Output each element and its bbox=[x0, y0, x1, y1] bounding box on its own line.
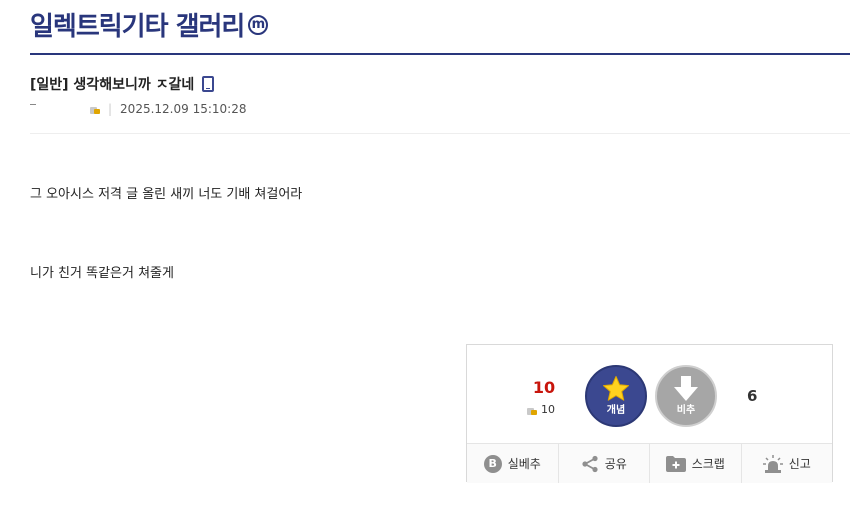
best-recommend-label: 실베추 bbox=[507, 457, 541, 471]
share-label: 공유 bbox=[604, 457, 627, 471]
upvote-label: 개념 bbox=[606, 405, 626, 416]
scrap-label: 스크랩 bbox=[691, 457, 725, 471]
best-recommend-button[interactable]: B 실베추 bbox=[467, 444, 559, 483]
fixed-user-icon bbox=[90, 104, 100, 114]
fixed-up-count: 10 bbox=[527, 403, 555, 416]
siren-icon bbox=[762, 454, 783, 473]
b-circle-icon: B bbox=[483, 454, 502, 473]
upvote-button[interactable]: 개념 bbox=[585, 365, 647, 427]
post-body-line: 그 오아시스 저격 글 올린 새끼 너도 기배 쳐걸어라 bbox=[30, 187, 303, 202]
folder-plus-icon bbox=[665, 455, 686, 472]
post-meta: | 2025.12.09 15:10:28 bbox=[30, 102, 246, 116]
gallery-title-text[interactable]: 일렉트릭기타 갤러리 bbox=[30, 6, 245, 43]
fixed-user-icon bbox=[527, 405, 537, 415]
post-action-bar: B 실베추 공유 스크랩 신고 bbox=[467, 443, 832, 483]
meta-divider bbox=[30, 133, 850, 134]
star-icon bbox=[603, 376, 629, 401]
mobile-icon bbox=[202, 76, 215, 92]
recommend-box: 10 10 개념 비추 6 B 실베추 공유 스크랩 신고 bbox=[466, 344, 833, 483]
post-body-line: 니가 친거 똑같은거 쳐줄게 bbox=[30, 266, 174, 281]
gallery-title[interactable]: 일렉트릭기타 갤러리 m bbox=[30, 6, 269, 43]
up-count: 10 bbox=[532, 378, 556, 397]
report-label: 신고 bbox=[788, 457, 811, 471]
share-button[interactable]: 공유 bbox=[559, 444, 650, 483]
post-title-text: [일반] 생각해보니까 ㅈ갈네 bbox=[30, 77, 195, 93]
post-title: [일반] 생각해보니까 ㅈ갈네 bbox=[30, 74, 215, 94]
down-count: 6 bbox=[747, 387, 758, 405]
writer-nickname[interactable] bbox=[30, 102, 86, 116]
arrow-down-icon bbox=[674, 376, 698, 401]
header-divider bbox=[30, 53, 850, 55]
downvote-button[interactable]: 비추 bbox=[655, 365, 717, 427]
fixed-up-count-value: 10 bbox=[541, 403, 555, 416]
report-button[interactable]: 신고 bbox=[742, 444, 833, 483]
minor-gallery-icon: m bbox=[248, 14, 269, 35]
scrap-button[interactable]: 스크랩 bbox=[650, 444, 742, 483]
meta-separator: | bbox=[108, 102, 113, 116]
post-date: 2025.12.09 15:10:28 bbox=[120, 102, 247, 116]
downvote-label: 비추 bbox=[676, 405, 696, 416]
share-icon bbox=[581, 455, 599, 473]
